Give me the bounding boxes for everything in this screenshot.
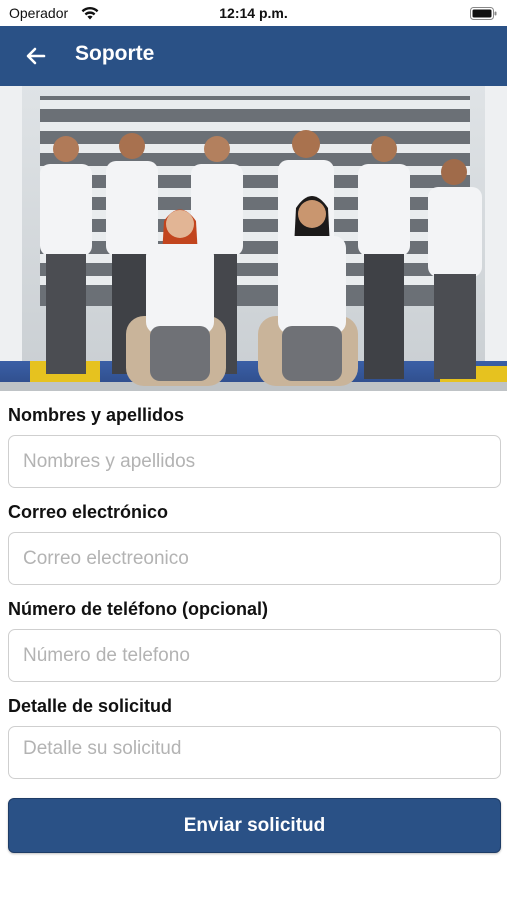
phone-label: Número de teléfono (opcional) bbox=[8, 599, 269, 619]
status-bar: Operador 12:14 p.m. bbox=[0, 0, 507, 26]
battery-icon bbox=[470, 7, 497, 20]
arrow-left-icon[interactable] bbox=[24, 44, 48, 68]
name-label: Nombres y apellidos bbox=[8, 405, 185, 425]
app-bar: Soporte bbox=[0, 26, 507, 86]
name-input[interactable] bbox=[8, 435, 501, 488]
clock: 12:14 p.m. bbox=[219, 5, 288, 21]
submit-request-button[interactable]: Enviar solicitud bbox=[8, 798, 501, 853]
email-input[interactable] bbox=[8, 532, 501, 585]
team-photo-illustration bbox=[0, 86, 507, 391]
page-title: Soporte bbox=[75, 42, 155, 65]
request-detail-label: Detalle de solicitud bbox=[8, 696, 173, 716]
request-detail-input[interactable] bbox=[8, 726, 501, 779]
team-photo bbox=[0, 86, 507, 391]
email-label: Correo electrónico bbox=[8, 502, 169, 522]
phone-input[interactable] bbox=[8, 629, 501, 682]
